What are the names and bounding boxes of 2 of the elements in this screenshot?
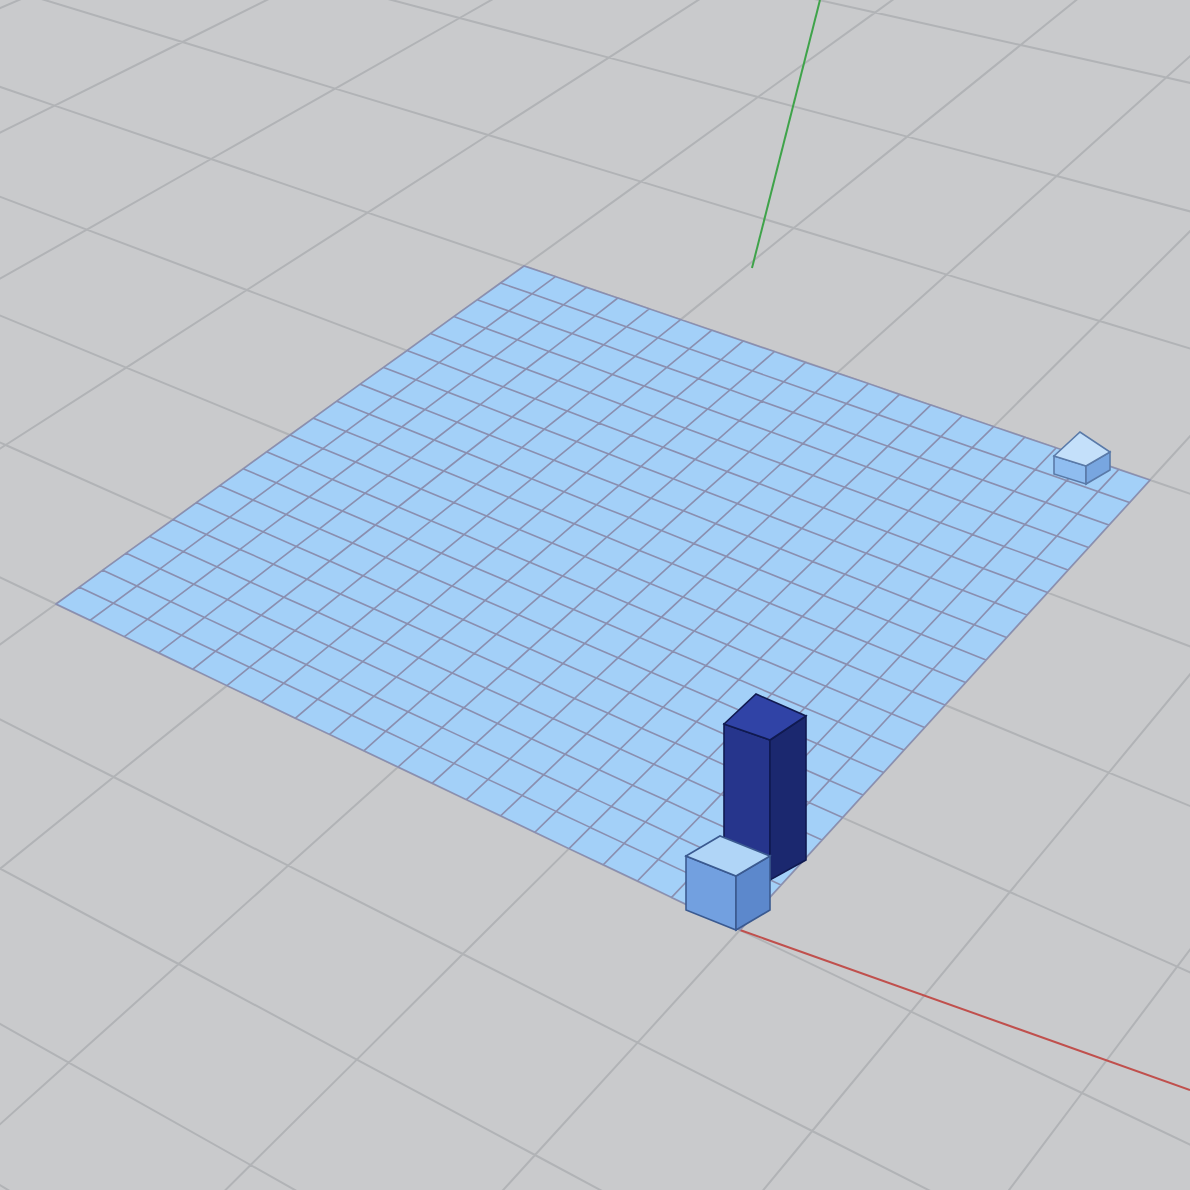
corner-box-drawing — [1052, 431, 1112, 486]
small-box-drawing — [684, 835, 772, 932]
